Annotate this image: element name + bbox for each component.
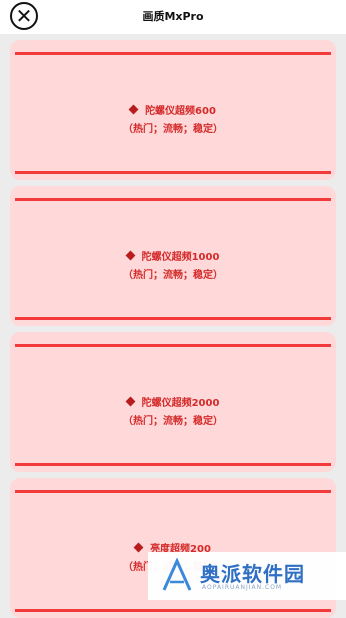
option-tags: （热门；流畅；稳定） bbox=[123, 270, 223, 281]
card-top-divider bbox=[15, 52, 331, 55]
header-bar: ✕ 画质MxPro bbox=[0, 0, 346, 34]
logo-icon bbox=[162, 558, 192, 591]
option-card[interactable]: 陀螺仪超频1000 （热门；流畅；稳定） bbox=[10, 186, 336, 326]
option-tags: （热门；流畅；稳定） bbox=[123, 124, 223, 135]
option-name: 陀螺仪超频2000 bbox=[141, 398, 220, 409]
card-bottom-divider bbox=[15, 463, 331, 466]
option-card[interactable]: 陀螺仪超频2000 （热门；流畅；稳定） bbox=[10, 332, 336, 472]
card-bottom-divider bbox=[15, 171, 331, 174]
card-bottom-divider bbox=[15, 609, 331, 612]
option-name: 陀螺仪超频600 bbox=[145, 106, 216, 117]
option-name-row: 陀螺仪超频600 bbox=[10, 102, 336, 117]
card-bottom-divider bbox=[15, 317, 331, 320]
card-top-divider bbox=[15, 344, 331, 347]
card-top-divider bbox=[15, 198, 331, 201]
diamond-icon bbox=[128, 104, 139, 115]
diamond-icon bbox=[125, 250, 136, 261]
option-name-row: 陀螺仪超频2000 bbox=[10, 394, 336, 409]
option-name-row: 陀螺仪超频1000 bbox=[10, 248, 336, 263]
watermark: 奥派软件园 AOPAIRUANJIAN.COM bbox=[148, 552, 346, 600]
diamond-icon bbox=[125, 396, 136, 407]
page-title: 画质MxPro bbox=[142, 10, 204, 23]
diamond-icon bbox=[133, 542, 144, 553]
card-top-divider bbox=[15, 490, 331, 493]
option-tags: （热门；流畅；稳定） bbox=[123, 416, 223, 427]
option-name: 陀螺仪超频1000 bbox=[141, 252, 220, 263]
watermark-text: 奥派软件园 bbox=[200, 562, 305, 586]
option-card[interactable]: 陀螺仪超频600 （热门；流畅；稳定） bbox=[10, 40, 336, 180]
watermark-url: AOPAIRUANJIAN.COM bbox=[202, 584, 283, 591]
